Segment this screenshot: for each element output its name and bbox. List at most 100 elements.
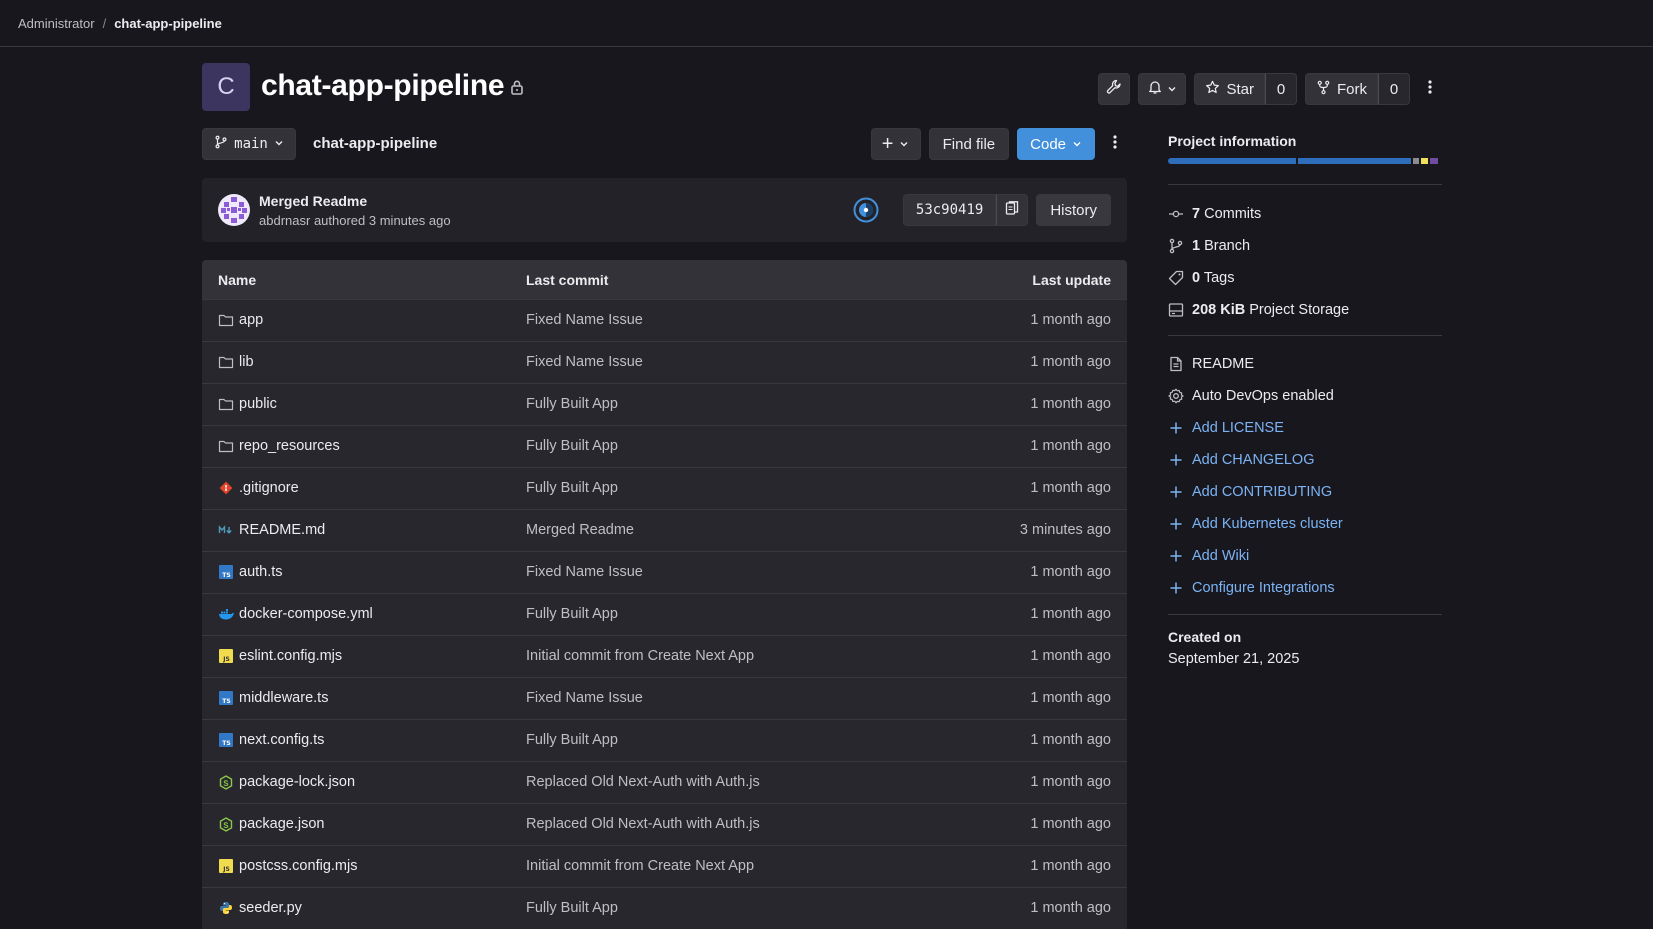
file-commit-message[interactable]: Fully Built App <box>526 606 618 622</box>
file-commit-message[interactable]: Initial commit from Create Next App <box>526 648 754 664</box>
file-name[interactable]: middleware.ts <box>239 690 328 706</box>
code-dropdown[interactable]: Code <box>1017 128 1095 160</box>
branch-selector[interactable]: main <box>202 128 296 160</box>
file-commit-message[interactable]: Fully Built App <box>526 900 618 916</box>
file-name-cell[interactable]: seeder.py <box>218 900 302 916</box>
file-commit-message[interactable]: Fully Built App <box>526 396 618 412</box>
file-name-cell[interactable]: .gitignore <box>218 480 299 496</box>
file-name[interactable]: package-lock.json <box>239 774 355 790</box>
file-name[interactable]: README.md <box>239 522 325 538</box>
file-name[interactable]: public <box>239 396 277 412</box>
file-name-cell[interactable]: TS auth.ts <box>218 564 283 580</box>
find-file-button[interactable]: Find file <box>928 128 1010 160</box>
file-commit-message[interactable]: Fully Built App <box>526 480 618 496</box>
file-name-cell[interactable]: public <box>218 396 277 412</box>
file-commit-message[interactable]: Fixed Name Issue <box>526 312 643 328</box>
file-name-cell[interactable]: TS middleware.ts <box>218 690 328 706</box>
sidebar-link-readme[interactable]: README <box>1168 348 1442 380</box>
sidebar-link-configure-integrations[interactable]: Configure Integrations <box>1168 572 1442 604</box>
table-row[interactable]: TS next.config.ts Fully Built App 1 month a… <box>202 720 1127 762</box>
star-count[interactable]: 0 <box>1265 73 1297 105</box>
file-name[interactable]: repo_resources <box>239 438 340 454</box>
file-commit-message[interactable]: Fully Built App <box>526 732 618 748</box>
file-name[interactable]: docker-compose.yml <box>239 606 373 622</box>
table-row[interactable]: .gitignore Fully Built App 1 month ago <box>202 468 1127 510</box>
star-button[interactable]: Star <box>1194 73 1265 105</box>
author-avatar[interactable] <box>218 194 250 226</box>
sidebar-link-add-changelog[interactable]: Add CHANGELOG <box>1168 444 1442 476</box>
file-commit-message[interactable]: Replaced Old Next-Auth with Auth.js <box>526 774 760 790</box>
table-row[interactable]: repo_resources Fully Built App 1 month ago <box>202 426 1127 468</box>
table-row[interactable]: docker-compose.yml Fully Built App 1 month… <box>202 594 1127 636</box>
table-row[interactable]: seeder.py Fully Built App 1 month ago <box>202 888 1127 929</box>
file-name-cell[interactable]: lib <box>218 354 254 370</box>
fork-button[interactable]: Fork <box>1305 73 1378 105</box>
commit-sha[interactable]: 53c90419 <box>902 194 997 226</box>
settings-button[interactable] <box>1098 73 1131 105</box>
star-group: Star 0 <box>1194 73 1297 105</box>
commit-author[interactable]: abdrnasr <box>259 213 310 228</box>
pipeline-status-icon[interactable] <box>853 197 879 223</box>
sidebar-link-add-contributing[interactable]: Add CONTRIBUTING <box>1168 476 1442 508</box>
file-name[interactable]: next.config.ts <box>239 732 324 748</box>
toolbar-more-button[interactable] <box>1103 128 1127 160</box>
table-row[interactable]: public Fully Built App 1 month ago <box>202 384 1127 426</box>
file-name[interactable]: package.json <box>239 816 324 832</box>
table-row[interactable]: lib Fixed Name Issue 1 month ago <box>202 342 1127 384</box>
file-name-cell[interactable]: README.md <box>218 522 325 538</box>
file-name[interactable]: eslint.config.mjs <box>239 648 342 664</box>
breadcrumb-parent[interactable]: Administrator <box>18 16 95 31</box>
file-name-cell[interactable]: app <box>218 312 263 328</box>
repo-path[interactable]: chat-app-pipeline <box>313 135 437 152</box>
add-dropdown[interactable]: + <box>870 128 921 160</box>
table-row[interactable]: package.json Replaced Old Next-Auth with … <box>202 804 1127 846</box>
file-name-cell[interactable]: JS eslint.config.mjs <box>218 648 342 664</box>
file-name-cell[interactable]: docker-compose.yml <box>218 606 373 622</box>
file-commit-message[interactable]: Merged Readme <box>526 522 634 538</box>
file-commit-message[interactable]: Fully Built App <box>526 438 618 454</box>
more-actions-button[interactable] <box>1418 73 1442 105</box>
sidebar-link-add-wiki[interactable]: Add Wiki <box>1168 540 1442 572</box>
file-name-cell[interactable]: JS postcss.config.mjs <box>218 858 357 874</box>
fork-count[interactable]: 0 <box>1378 73 1410 105</box>
file-commit-message[interactable]: Fixed Name Issue <box>526 564 643 580</box>
table-row[interactable]: TS middleware.ts Fixed Name Issue 1 month a… <box>202 678 1127 720</box>
file-commit-message[interactable]: Fixed Name Issue <box>526 690 643 706</box>
file-name-cell[interactable]: package-lock.json <box>218 774 355 790</box>
file-name[interactable]: postcss.config.mjs <box>239 858 357 874</box>
copy-sha-button[interactable] <box>996 194 1029 226</box>
language-bar[interactable] <box>1168 158 1442 164</box>
history-button[interactable]: History <box>1036 194 1111 226</box>
commit-title[interactable]: Merged Readme <box>259 193 367 209</box>
project-stat-commits[interactable]: 7 Commits <box>1168 198 1442 230</box>
notifications-dropdown[interactable] <box>1138 73 1187 105</box>
project-stat-tags[interactable]: 0 Tags <box>1168 262 1442 294</box>
project-stat-project-storage[interactable]: 208 KiB Project Storage <box>1168 294 1442 326</box>
table-row[interactable]: TS auth.ts Fixed Name Issue 1 month ago <box>202 552 1127 594</box>
plus-icon <box>1168 580 1184 596</box>
file-name-cell[interactable]: TS next.config.ts <box>218 732 324 748</box>
file-commit-message[interactable]: Initial commit from Create Next App <box>526 858 754 874</box>
project-stats-list: 7 Commits 1 Branch 0 Tags 208 KiB Project S… <box>1168 198 1442 326</box>
file-name-cell[interactable]: package.json <box>218 816 324 832</box>
file-commit-message[interactable]: Replaced Old Next-Auth with Auth.js <box>526 816 760 832</box>
project-stat-branch[interactable]: 1 Branch <box>1168 230 1442 262</box>
file-name[interactable]: lib <box>239 354 254 370</box>
table-row[interactable]: JS postcss.config.mjs Initial commit from … <box>202 846 1127 888</box>
sidebar-link-auto-devops-enabled[interactable]: Auto DevOps enabled <box>1168 380 1442 412</box>
file-commit-message[interactable]: Fixed Name Issue <box>526 354 643 370</box>
table-row[interactable]: package-lock.json Replaced Old Next-Auth … <box>202 762 1127 804</box>
sidebar-link-add-license[interactable]: Add LICENSE <box>1168 412 1442 444</box>
table-row[interactable]: JS eslint.config.mjs Initial commit from C… <box>202 636 1127 678</box>
file-name[interactable]: auth.ts <box>239 564 283 580</box>
file-name[interactable]: seeder.py <box>239 900 302 916</box>
table-row[interactable]: app Fixed Name Issue 1 month ago <box>202 300 1127 342</box>
file-name[interactable]: app <box>239 312 263 328</box>
sidebar-link-add-kubernetes-cluster[interactable]: Add Kubernetes cluster <box>1168 508 1442 540</box>
file-name[interactable]: .gitignore <box>239 480 299 496</box>
bell-icon <box>1147 79 1163 99</box>
breadcrumb-current[interactable]: chat-app-pipeline <box>114 16 222 31</box>
plus-icon: + <box>881 133 894 155</box>
file-name-cell[interactable]: repo_resources <box>218 438 340 454</box>
table-row[interactable]: README.md Merged Readme 3 minutes ago <box>202 510 1127 552</box>
